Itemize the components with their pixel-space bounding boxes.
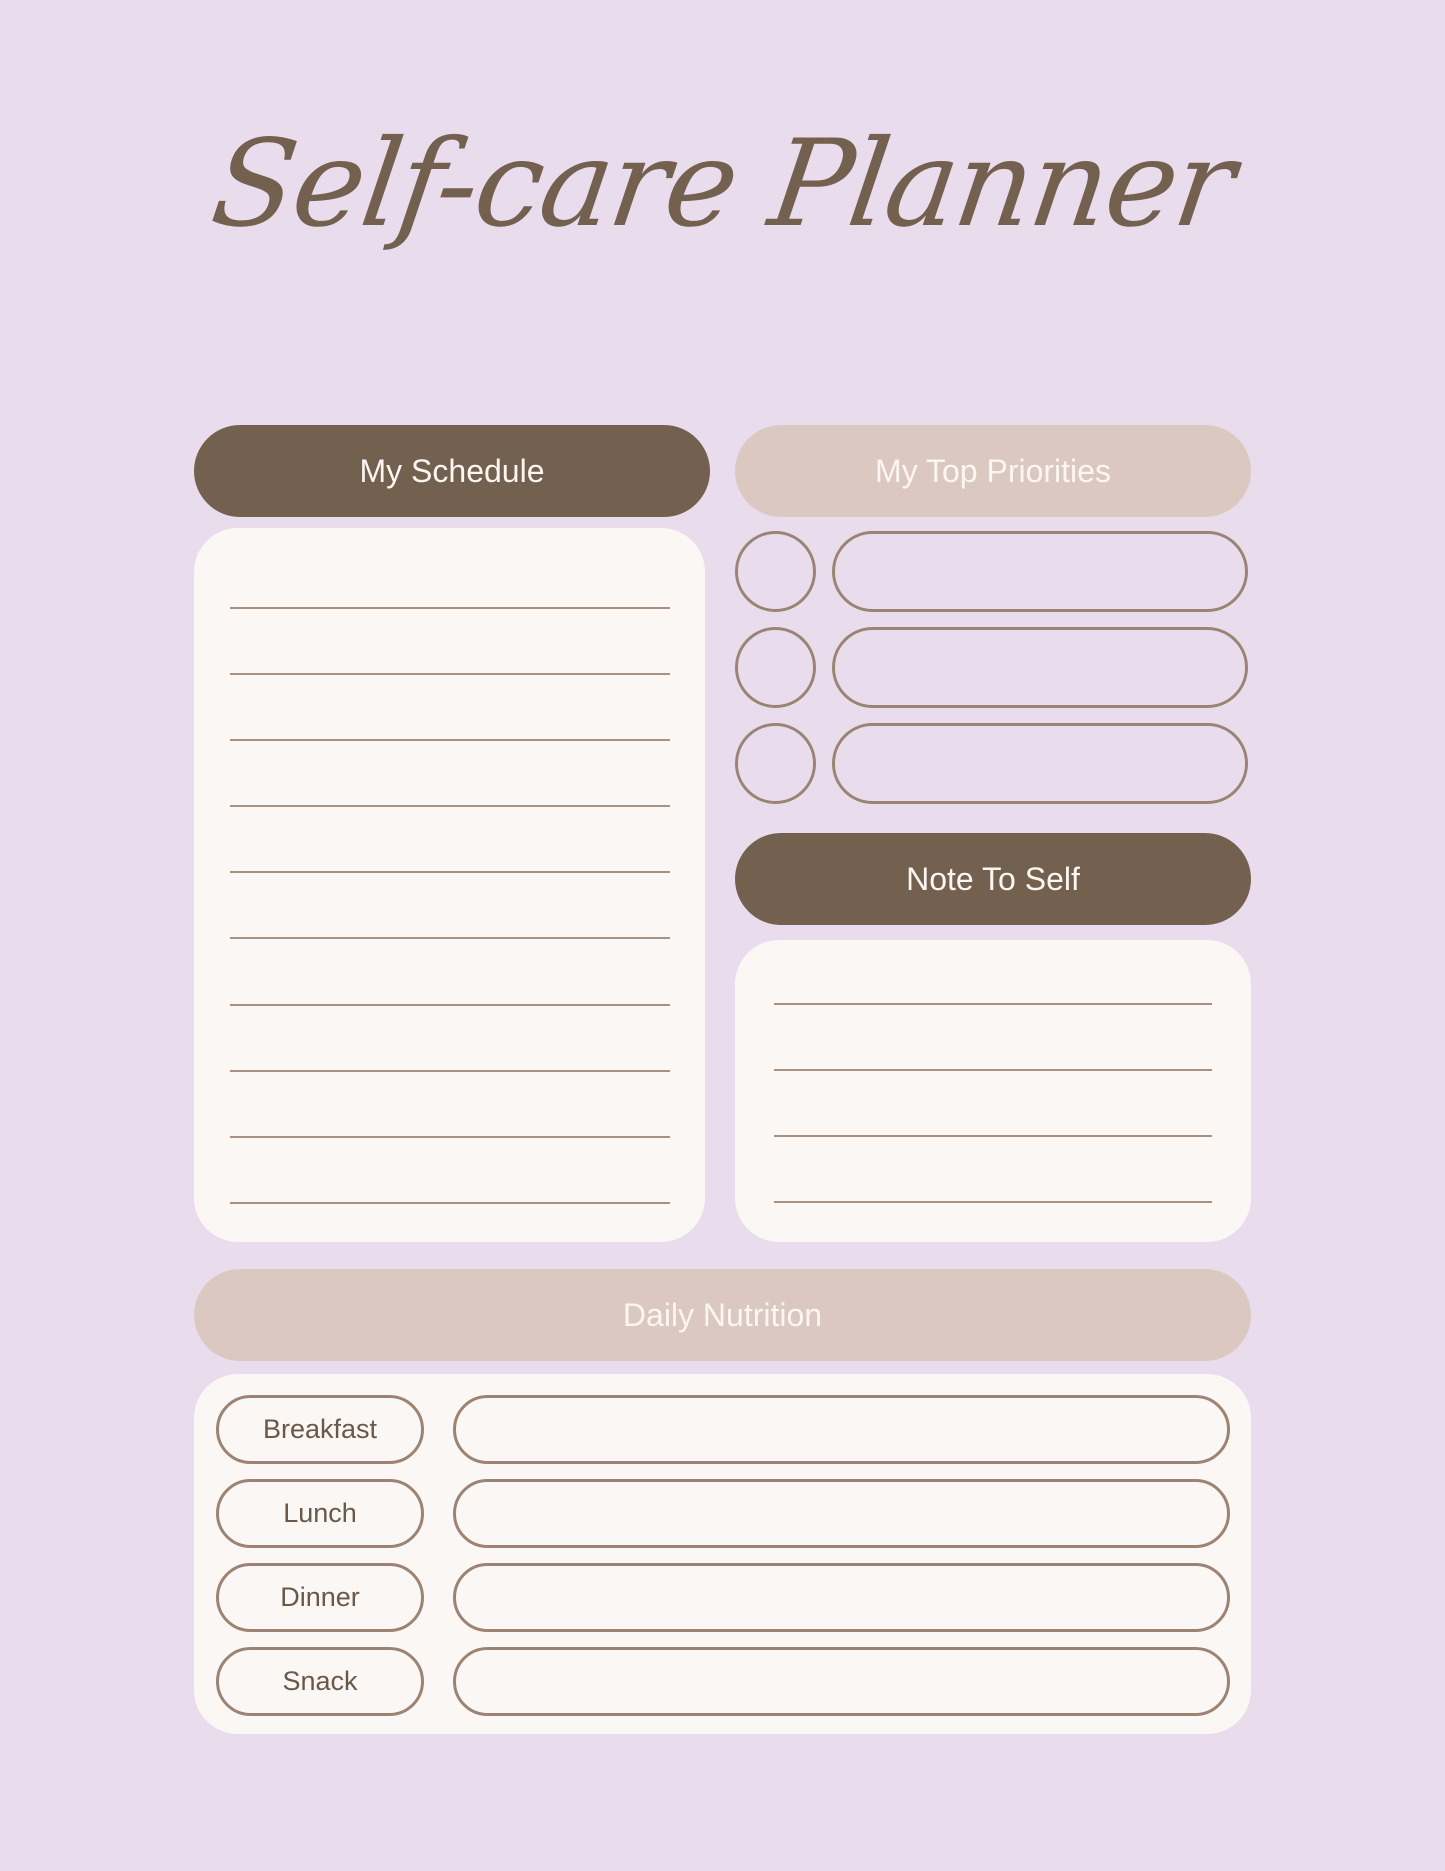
meal-input-lunch[interactable] <box>453 1479 1230 1548</box>
schedule-line[interactable] <box>230 1070 670 1072</box>
page-title: Self-care Planner <box>204 115 1241 254</box>
schedule-line[interactable] <box>230 1202 670 1204</box>
schedule-card <box>194 528 705 1242</box>
schedule-line[interactable] <box>230 1004 670 1006</box>
nutrition-header: Daily Nutrition <box>194 1269 1251 1361</box>
meal-label-dinner: Dinner <box>216 1563 424 1632</box>
meal-label-text: Lunch <box>283 1498 357 1528</box>
meal-input-snack[interactable] <box>453 1647 1230 1716</box>
schedule-header: My Schedule <box>194 425 710 517</box>
note-line[interactable] <box>774 1003 1212 1005</box>
note-header: Note To Self <box>735 833 1251 925</box>
meal-label-breakfast: Breakfast <box>216 1395 424 1464</box>
note-header-label: Note To Self <box>906 860 1080 897</box>
meal-input-dinner[interactable] <box>453 1563 1230 1632</box>
meal-input-breakfast[interactable] <box>453 1395 1230 1464</box>
schedule-header-label: My Schedule <box>359 452 545 489</box>
priority-checkbox-2[interactable] <box>735 627 816 708</box>
note-line[interactable] <box>774 1201 1212 1203</box>
priority-field-1[interactable] <box>832 531 1248 612</box>
nutrition-header-label: Daily Nutrition <box>622 1296 823 1333</box>
meal-label-lunch: Lunch <box>216 1479 424 1548</box>
priorities-header: My Top Priorities <box>735 425 1251 517</box>
meal-label-text: Breakfast <box>262 1414 378 1444</box>
note-card <box>735 940 1251 1242</box>
priorities-header-label: My Top Priorities <box>875 452 1111 489</box>
meal-label-snack: Snack <box>216 1647 424 1716</box>
note-line[interactable] <box>774 1069 1212 1071</box>
meal-label-text: Snack <box>282 1666 358 1696</box>
meal-label-text: Dinner <box>280 1582 360 1612</box>
schedule-line[interactable] <box>230 871 670 873</box>
schedule-line[interactable] <box>230 937 670 939</box>
schedule-line[interactable] <box>230 607 670 609</box>
priority-checkbox-1[interactable] <box>735 531 816 612</box>
schedule-line[interactable] <box>230 673 670 675</box>
priority-field-2[interactable] <box>832 627 1248 708</box>
note-line[interactable] <box>774 1135 1212 1137</box>
priority-field-3[interactable] <box>832 723 1248 804</box>
nutrition-card: Breakfast Lunch Dinner Snack <box>194 1374 1251 1734</box>
schedule-line[interactable] <box>230 1136 670 1138</box>
schedule-line[interactable] <box>230 739 670 741</box>
schedule-line[interactable] <box>230 805 670 807</box>
priority-checkbox-3[interactable] <box>735 723 816 804</box>
